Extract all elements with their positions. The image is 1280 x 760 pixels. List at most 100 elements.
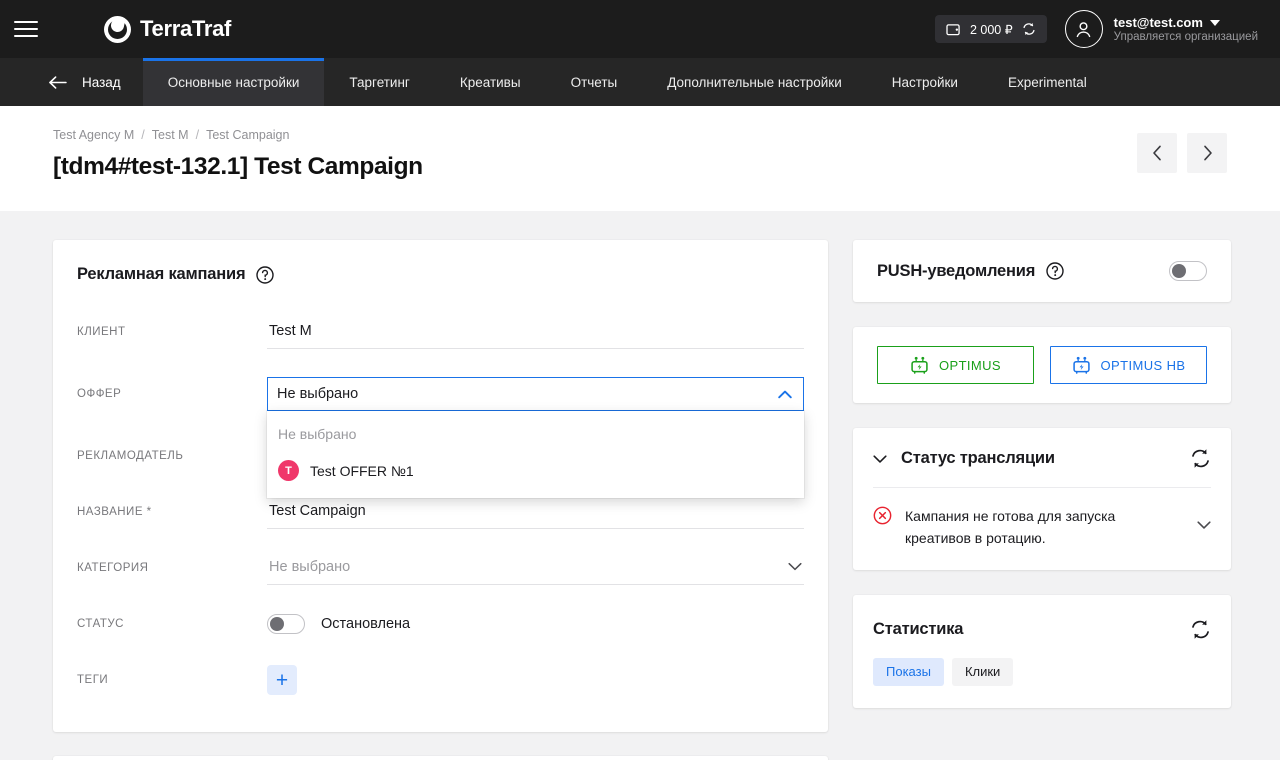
tab-creatives[interactable]: Креативы (435, 58, 546, 106)
offer-option-test-offer-1[interactable]: T Test OFFER №1 (267, 451, 804, 490)
field-row-client: КЛИЕНТ Test M (77, 304, 804, 360)
push-notifications-toggle[interactable] (1169, 261, 1207, 281)
refresh-icon[interactable] (1190, 619, 1211, 640)
back-button[interactable]: Назад (0, 58, 143, 106)
optimus-card: OPTIMUS OPTIMUS HB (853, 327, 1231, 403)
push-notifications-card: PUSH-уведомления (853, 240, 1231, 302)
field-row-category: КАТЕГОРИЯ Не выбрано (77, 540, 804, 596)
prev-campaign-button[interactable] (1137, 133, 1177, 173)
broadcast-status-title: Статус трансляции (901, 449, 1055, 467)
tab-label: Настройки (891, 74, 958, 90)
side-column: PUSH-уведомления OPTIMUS OPTIMUS HB Стат… (853, 240, 1231, 708)
next-campaign-button[interactable] (1187, 133, 1227, 173)
category-select[interactable]: Не выбрано (267, 552, 804, 585)
tab-targeting[interactable]: Таргетинг (324, 58, 434, 106)
status-toggle[interactable] (267, 614, 305, 634)
terratraf-logo-icon (104, 15, 131, 43)
tab-label: Основные настройки (167, 74, 300, 90)
offer-option-none[interactable]: Не выбрано (267, 417, 804, 451)
statistics-header: Статистика (853, 595, 1231, 640)
campaign-form: КЛИЕНТ Test M ОФФЕР Не выбрано Не выбран… (53, 304, 828, 732)
chevron-down-icon[interactable] (1197, 518, 1211, 532)
page-content: Рекламная кампания КЛИЕНТ Test M ОФФЕР Н… (0, 211, 1280, 760)
status-row: Остановлена (267, 614, 804, 634)
statistics-tab-impressions[interactable]: Показы (873, 657, 944, 686)
account-menu[interactable]: test@test.com Управляется организацией (1064, 10, 1258, 48)
offer-select-value: Не выбрано (277, 386, 359, 402)
back-label: Назад (82, 74, 121, 90)
field-control-client: Test M (267, 316, 804, 349)
category-select-value: Не выбрано (269, 558, 351, 575)
field-control-offer: Не выбрано Не выбрано T Test OFFER №1 (267, 377, 804, 498)
field-control-tags: + (267, 665, 804, 695)
page-header-left: Test Agency M / Test M / Test Campaign [… (53, 128, 1137, 181)
add-tag-button[interactable]: + (267, 665, 297, 695)
topbar-right: 2 000 ₽ test@test.com Управляется органи… (934, 10, 1258, 48)
campaign-card: Рекламная кампания КЛИЕНТ Test M ОФФЕР Н… (53, 240, 828, 732)
help-circle-icon[interactable] (1046, 262, 1064, 280)
period-card: Период Редактировать (53, 756, 828, 760)
breadcrumb-item-0[interactable]: Test Agency M (53, 128, 134, 142)
user-avatar-icon (1064, 10, 1103, 48)
field-label-name: НАЗВАНИЕ * (77, 506, 152, 518)
account-subtitle: Управляется организацией (1113, 31, 1258, 43)
optimus-button[interactable]: OPTIMUS (877, 346, 1034, 384)
client-input[interactable]: Test M (267, 316, 804, 349)
offer-option-label: Не выбрано (278, 426, 357, 442)
statistics-tab-clicks[interactable]: Клики (951, 657, 1014, 686)
optimus-button-label: OPTIMUS (938, 357, 1002, 373)
wallet-icon (946, 23, 960, 35)
refresh-icon[interactable] (1190, 448, 1211, 469)
tab-label: Дополнительные настройки (667, 74, 842, 90)
balance-amount: 2 000 ₽ (969, 22, 1013, 37)
breadcrumb-item-1[interactable]: Test M (152, 128, 189, 142)
optimus-hb-button[interactable]: OPTIMUS HB (1050, 346, 1207, 384)
field-row-status: СТАТУС Остановлена (77, 596, 804, 652)
tab-experimental[interactable]: Experimental (983, 58, 1112, 106)
top-bar: TerraTraf 2 000 ₽ test@test.com Управляе… (0, 0, 1280, 58)
tab-osnovnye-nastroyki[interactable]: Основные настройки (142, 58, 325, 106)
arrow-left-icon (49, 75, 67, 89)
statistics-tabs: Показы Клики (853, 640, 1231, 708)
tab-additional-settings[interactable]: Дополнительные настройки (642, 58, 867, 106)
plus-icon: + (275, 668, 289, 692)
campaign-card-title: Рекламная кампания (77, 265, 246, 283)
hamburger-menu-icon[interactable] (0, 0, 52, 58)
chevron-left-icon (1152, 145, 1161, 161)
broadcast-status-header: Статус трансляции (853, 428, 1231, 487)
breadcrumb-separator: / (141, 128, 145, 142)
chevron-down-icon[interactable] (1209, 19, 1220, 26)
balance-chip[interactable]: 2 000 ₽ (934, 15, 1047, 43)
field-label-client: КЛИЕНТ (77, 326, 126, 338)
offer-select-menu: Не выбрано T Test OFFER №1 (267, 411, 804, 498)
brand-logo-area[interactable]: TerraTraf (104, 15, 232, 43)
period-card-header: Период Редактировать (53, 756, 828, 760)
push-title-wrap: PUSH-уведомления (877, 262, 1064, 281)
statistics-title: Статистика (873, 619, 964, 638)
brand-name: TerraTraf (140, 16, 232, 41)
error-circle-icon (873, 506, 892, 525)
field-control-category: Не выбрано (267, 552, 804, 585)
campaign-name-input[interactable]: Test Campaign (267, 496, 804, 529)
stat-tab-label: Показы (886, 664, 931, 680)
broadcast-status-message: Кампания не готова для запуска креативов… (905, 508, 1116, 547)
nav-bar: Назад Основные настройки Таргетинг Креат… (0, 58, 1280, 106)
help-circle-icon[interactable] (256, 265, 275, 284)
tab-label: Отчеты (570, 74, 618, 90)
breadcrumb-separator: / (195, 128, 200, 142)
field-label-category: КАТЕГОРИЯ (77, 562, 149, 574)
offer-option-avatar: T (278, 460, 299, 481)
field-row-tags: ТЕГИ + (77, 652, 804, 708)
chevron-up-icon (778, 390, 792, 398)
broadcast-status-card: Статус трансляции Кампания не готова для… (853, 428, 1231, 570)
breadcrumb-item-2[interactable]: Test Campaign (206, 128, 289, 142)
tab-label: Креативы (459, 74, 521, 90)
tab-settings[interactable]: Настройки (867, 58, 983, 106)
offer-select[interactable]: Не выбрано (267, 377, 804, 411)
refresh-icon[interactable] (1022, 22, 1036, 36)
chevron-down-icon[interactable] (873, 452, 887, 466)
main-column: Рекламная кампания КЛИЕНТ Test M ОФФЕР Н… (53, 240, 828, 760)
robot-icon (1072, 356, 1090, 374)
tab-reports[interactable]: Отчеты (546, 58, 643, 106)
field-label-offer: ОФФЕР (77, 388, 122, 400)
